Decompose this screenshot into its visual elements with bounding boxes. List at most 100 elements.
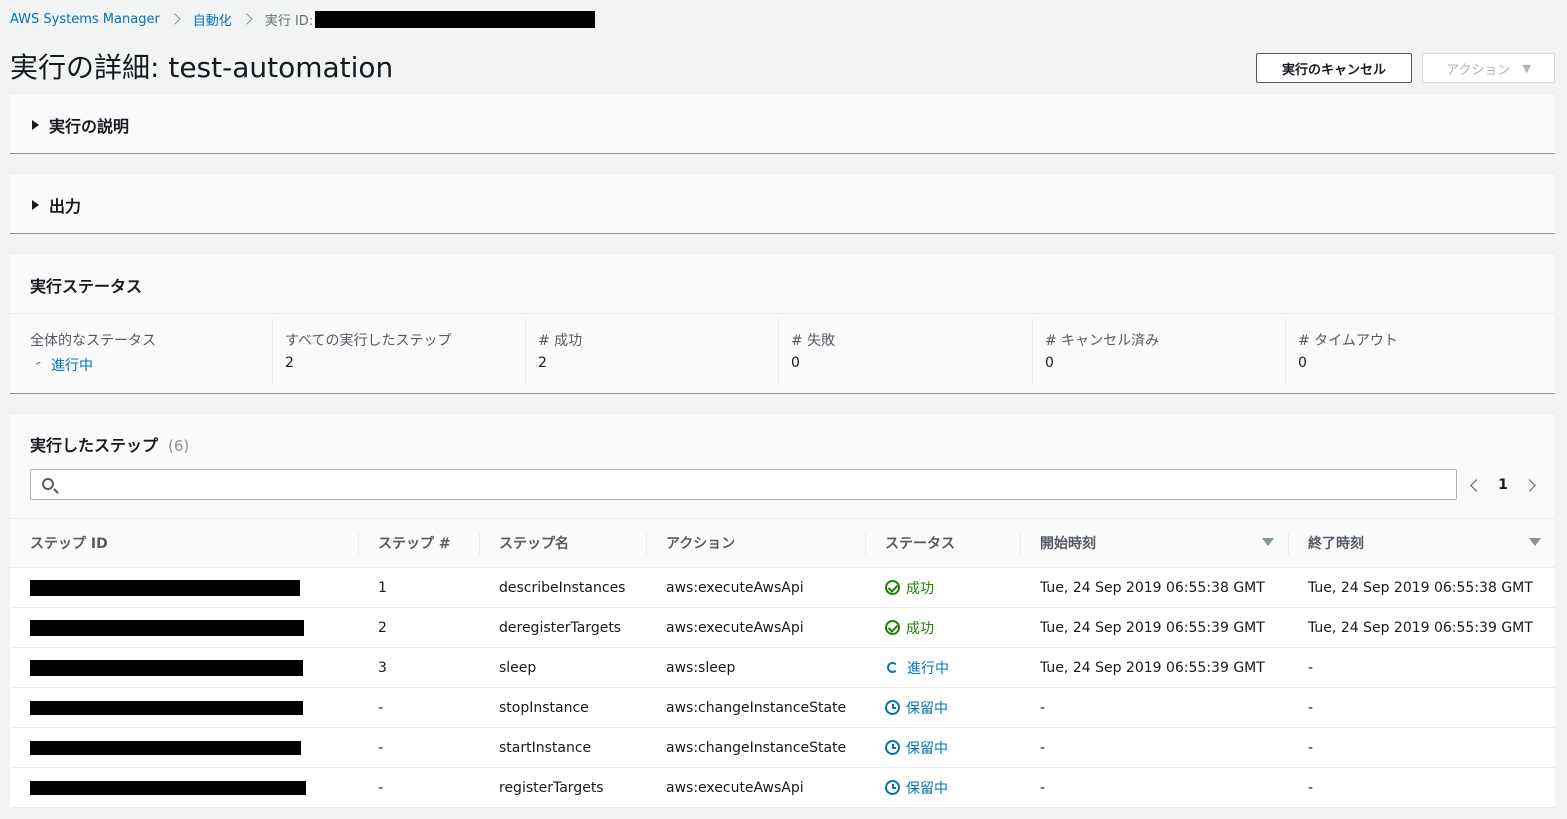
- table-row: - startInstance aws:changeInstanceState …: [10, 727, 1555, 768]
- redacted-step-id[interactable]: [30, 619, 304, 636]
- success-check-icon: [885, 620, 900, 635]
- status-text: 成功: [906, 620, 934, 637]
- step-number-cell: -: [378, 779, 384, 796]
- status-text: 保留中: [906, 700, 948, 717]
- breadcrumb-automation-link[interactable]: 自動化: [193, 10, 232, 29]
- output-panel: 出力: [10, 173, 1555, 234]
- stat-value: 2: [285, 355, 294, 371]
- current-page[interactable]: 1: [1498, 477, 1508, 493]
- stat-success: # 成功 2: [525, 318, 778, 384]
- chevron-right-icon: [241, 13, 253, 25]
- sort-caret-icon[interactable]: [1262, 538, 1274, 546]
- stat-label: すべての実行したステップ: [285, 333, 452, 349]
- start-time-cell: -: [1040, 739, 1046, 756]
- pagination: 1: [1460, 472, 1540, 498]
- chevron-right-icon[interactable]: [1523, 478, 1536, 492]
- step-number-cell: 3: [378, 659, 387, 676]
- stat-value: 進行中: [30, 355, 93, 375]
- step-id-cell[interactable]: [10, 568, 358, 608]
- status-cell: 保留中: [865, 768, 1020, 808]
- step-name-cell: describeInstances: [499, 579, 626, 596]
- start-time-cell: Tue, 24 Sep 2019 06:55:39 GMT: [1040, 619, 1265, 636]
- step-name-cell: sleep: [499, 659, 537, 676]
- column-header-end-time-label: 終了時刻: [1308, 536, 1364, 552]
- end-time-cell: -: [1308, 739, 1314, 756]
- column-header-end-time[interactable]: 終了時刻: [1288, 519, 1555, 568]
- executed-steps-table: ステップ ID ステップ # ステップ名 アクション ステータス 開始時刻 終了…: [10, 518, 1555, 808]
- cancel-execution-button[interactable]: 実行のキャンセル: [1256, 53, 1412, 83]
- step-number-cell: -: [378, 739, 384, 756]
- redacted-execution-id: [315, 10, 596, 28]
- executed-steps-count: (6): [168, 437, 190, 455]
- search-input[interactable]: [65, 470, 1445, 499]
- step-number-cell: -: [378, 699, 384, 716]
- step-id-cell[interactable]: [10, 688, 358, 728]
- breadcrumb: AWS Systems Manager 自動化 実行 ID:: [10, 10, 596, 29]
- stat-label: 全体的なステータス: [30, 333, 156, 349]
- table-row: 3 sleep aws:sleep 進行中 Tue, 24 Sep 2019 0…: [10, 647, 1555, 688]
- step-number-cell: 2: [378, 619, 387, 636]
- column-header-start-time-label: 開始時刻: [1040, 536, 1096, 552]
- start-time-cell: -: [1040, 779, 1046, 796]
- executed-steps-title: 実行したステップ: [30, 436, 159, 455]
- stat-value-text: 進行中: [51, 358, 93, 374]
- step-id-cell[interactable]: [10, 728, 358, 768]
- breadcrumb-systems-manager-link[interactable]: AWS Systems Manager: [10, 12, 160, 27]
- executed-steps-panel: 実行したステップ (6) 1 ステップ ID ステップ # ステップ名 アクショ…: [10, 413, 1555, 808]
- step-name-cell: stopInstance: [499, 699, 589, 716]
- actions-dropdown-button[interactable]: アクション ▼: [1422, 53, 1555, 83]
- redacted-step-id[interactable]: [30, 780, 306, 795]
- start-time-cell: Tue, 24 Sep 2019 06:55:38 GMT: [1040, 579, 1265, 596]
- clock-icon: [885, 780, 900, 795]
- chevron-left-icon[interactable]: [1470, 478, 1483, 492]
- clock-icon: [885, 740, 900, 755]
- search-box: [30, 469, 1457, 500]
- success-check-icon: [885, 580, 900, 595]
- column-header-start-time[interactable]: 開始時刻: [1020, 519, 1288, 568]
- output-title: 出力: [49, 197, 82, 216]
- start-time-cell: -: [1040, 699, 1046, 716]
- redacted-step-id[interactable]: [30, 740, 301, 755]
- column-header-action: アクション: [646, 519, 865, 568]
- caret-right-icon: [32, 200, 39, 210]
- action-cell: aws:changeInstanceState: [666, 739, 847, 756]
- execution-description-panel: 実行の説明: [10, 93, 1555, 154]
- sort-caret-icon[interactable]: [1529, 538, 1541, 546]
- status-text: 保留中: [906, 780, 948, 797]
- redacted-step-id[interactable]: [30, 700, 303, 715]
- table-header-row: ステップ ID ステップ # ステップ名 アクション ステータス 開始時刻 終了…: [10, 518, 1555, 568]
- output-toggle[interactable]: 出力: [32, 193, 81, 217]
- end-time-cell: Tue, 24 Sep 2019 06:55:38 GMT: [1308, 579, 1533, 596]
- column-header-step-number: ステップ #: [358, 519, 479, 568]
- actions-label: アクション: [1446, 62, 1511, 78]
- stat-value: 0: [1045, 355, 1054, 371]
- action-cell: aws:executeAwsApi: [666, 619, 804, 636]
- execution-description-title: 実行の説明: [49, 117, 130, 136]
- redacted-step-id[interactable]: [30, 659, 303, 676]
- step-id-cell[interactable]: [10, 648, 358, 688]
- start-time-cell: Tue, 24 Sep 2019 06:55:39 GMT: [1040, 659, 1265, 676]
- status-cell: 保留中: [865, 688, 1020, 728]
- breadcrumb-execution-id-label: 実行 ID:: [264, 13, 314, 29]
- stat-timeout: # タイムアウト 0: [1285, 318, 1555, 384]
- status-cell: 進行中: [865, 648, 1020, 688]
- stat-label: # 成功: [538, 333, 583, 349]
- step-name-cell: deregisterTargets: [499, 619, 622, 636]
- execution-description-toggle[interactable]: 実行の説明: [32, 113, 129, 137]
- search-icon: [42, 478, 54, 490]
- redacted-step-id[interactable]: [30, 579, 300, 596]
- stat-failed: # 失敗 0: [778, 318, 1032, 384]
- step-id-cell[interactable]: [10, 608, 358, 648]
- status-text: 成功: [906, 580, 934, 597]
- spinner-icon: [887, 662, 898, 673]
- stat-value: 0: [791, 355, 800, 371]
- step-name-cell: registerTargets: [499, 779, 604, 796]
- action-cell: aws:executeAwsApi: [666, 579, 804, 596]
- execution-status-title: 実行ステータス: [30, 277, 143, 296]
- caret-down-icon: ▼: [1522, 61, 1531, 75]
- divider: [10, 313, 1555, 314]
- status-cell: 成功: [865, 608, 1020, 648]
- end-time-cell: -: [1308, 659, 1314, 676]
- status-text: 進行中: [907, 660, 949, 677]
- step-id-cell[interactable]: [10, 768, 358, 808]
